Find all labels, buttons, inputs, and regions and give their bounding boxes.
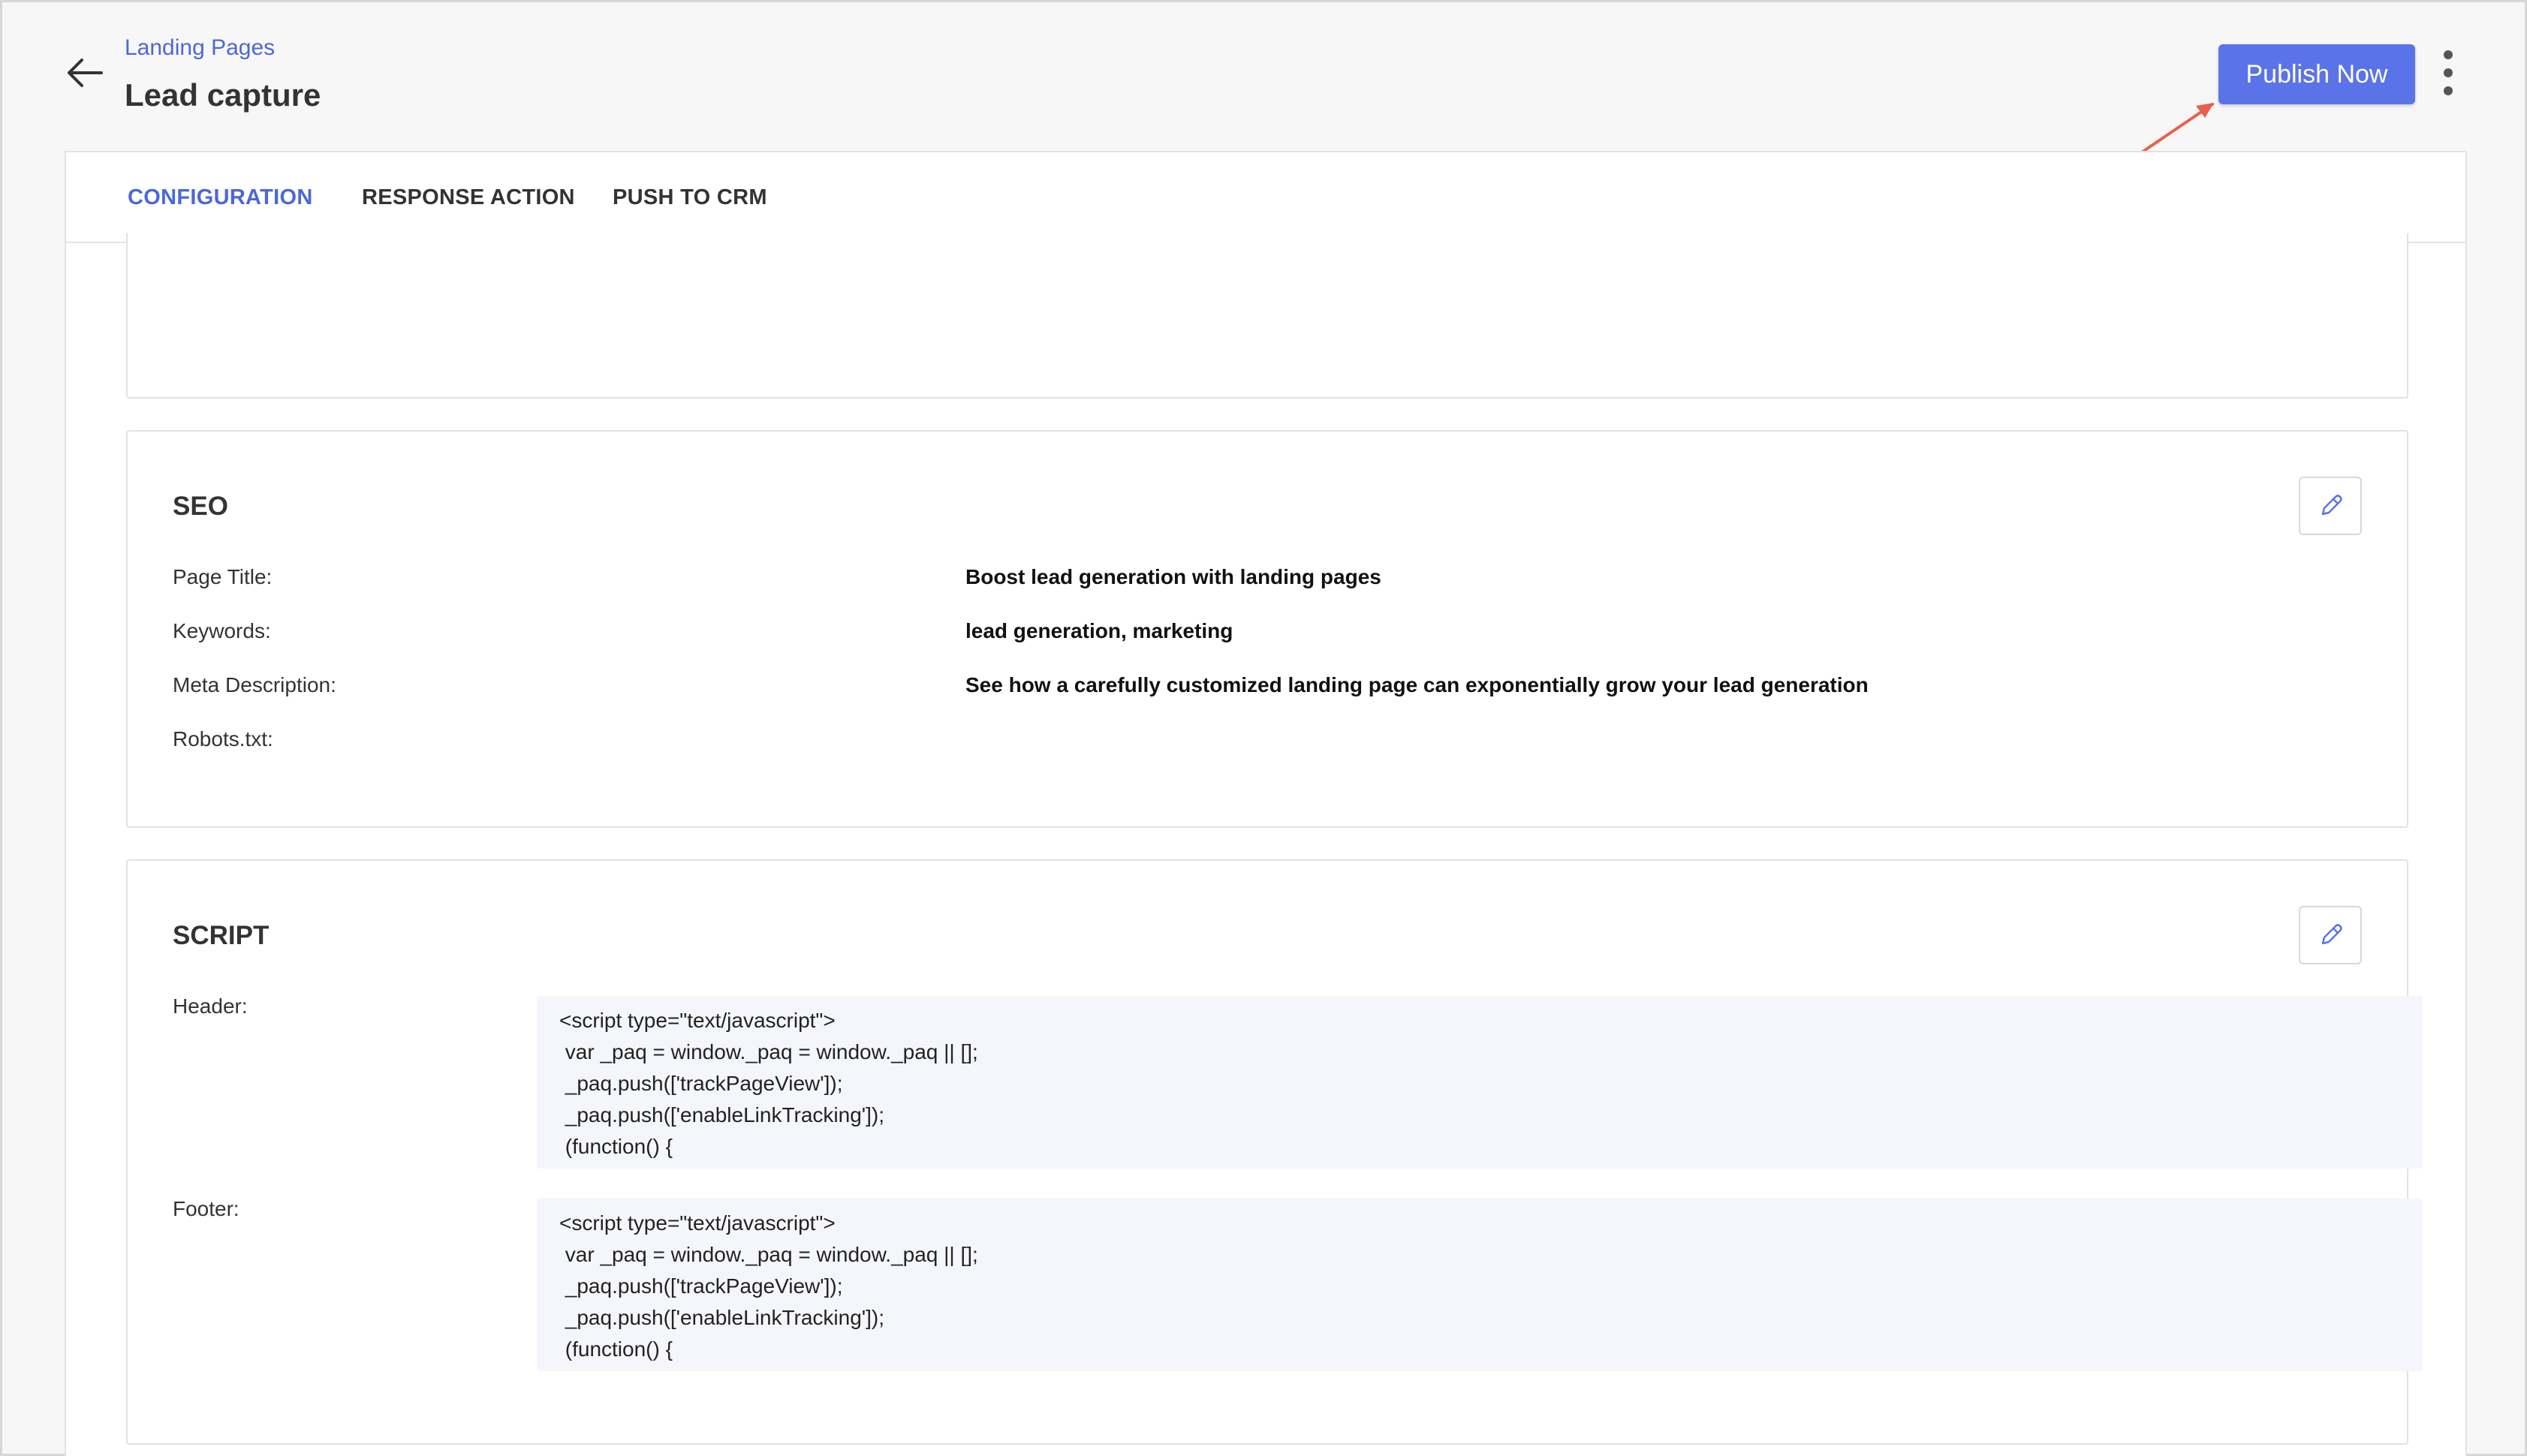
footer-script-code[interactable]: <script type="text/javascript"> var _paq… bbox=[537, 1199, 2423, 1371]
previous-section-remnant bbox=[126, 233, 2408, 399]
content-card: CONFIGURATION RESPONSE ACTION PUSH TO CR… bbox=[65, 151, 2467, 1456]
footer-script-label: Footer: bbox=[173, 1197, 239, 1220]
app-window: Landing Pages Lead capture Publish Now C… bbox=[0, 0, 2527, 1456]
tab-push-to-crm[interactable]: PUSH TO CRM bbox=[613, 185, 767, 210]
code-line: _paq.push(['enableLinkTracking']); bbox=[559, 1306, 885, 1329]
meta-description-value: See how a carefully customized landing p… bbox=[965, 673, 1869, 696]
code-line: _paq.push(['enableLinkTracking']); bbox=[559, 1103, 885, 1127]
publish-now-button[interactable]: Publish Now bbox=[2218, 44, 2415, 104]
kebab-menu-icon[interactable] bbox=[2439, 50, 2457, 95]
code-line: (function() { bbox=[559, 1135, 673, 1158]
script-section: SCRIPT Header: <script type="text/javasc… bbox=[126, 859, 2423, 1445]
code-line: (function() { bbox=[559, 1337, 673, 1361]
back-arrow-icon[interactable] bbox=[62, 50, 107, 95]
kebab-dot bbox=[2444, 86, 2453, 95]
header-script-code[interactable]: <script type="text/javascript"> var _paq… bbox=[537, 996, 2423, 1169]
page-title: Lead capture bbox=[125, 77, 321, 113]
pencil-icon bbox=[2321, 495, 2342, 516]
code-line: var _paq = window._paq = window._paq || … bbox=[559, 1243, 978, 1266]
code-line: var _paq = window._paq = window._paq || … bbox=[559, 1040, 978, 1063]
page-title-label: Page Title: bbox=[173, 565, 273, 588]
keywords-label: Keywords: bbox=[173, 619, 271, 642]
code-line: <script type="text/javascript"> bbox=[559, 1009, 836, 1032]
kebab-dot bbox=[2444, 68, 2453, 77]
kebab-dot bbox=[2444, 50, 2453, 59]
robots-txt-label: Robots.txt: bbox=[173, 727, 273, 751]
breadcrumb-landing-pages[interactable]: Landing Pages bbox=[125, 35, 275, 61]
header-script-label: Header: bbox=[173, 994, 248, 1018]
code-line: <script type="text/javascript"> bbox=[559, 1211, 836, 1235]
tab-response-action[interactable]: RESPONSE ACTION bbox=[362, 185, 575, 210]
pencil-icon bbox=[2321, 924, 2342, 945]
meta-description-label: Meta Description: bbox=[173, 673, 336, 696]
script-edit-button[interactable] bbox=[2299, 906, 2362, 964]
page-title-value: Boost lead generation with landing pages bbox=[965, 565, 1381, 588]
script-section-title: SCRIPT bbox=[173, 921, 270, 950]
tab-bar: CONFIGURATION RESPONSE ACTION PUSH TO CR… bbox=[66, 152, 2465, 251]
seo-edit-button[interactable] bbox=[2299, 477, 2362, 535]
code-line: _paq.push(['trackPageView']); bbox=[559, 1072, 843, 1095]
tab-configuration[interactable]: CONFIGURATION bbox=[128, 185, 313, 210]
code-line: _paq.push(['trackPageView']); bbox=[559, 1274, 843, 1298]
seo-section-title: SEO bbox=[173, 492, 228, 521]
keywords-value: lead generation, marketing bbox=[965, 619, 1233, 642]
seo-section: SEO Page Title: Boost lead generation wi… bbox=[126, 430, 2408, 828]
